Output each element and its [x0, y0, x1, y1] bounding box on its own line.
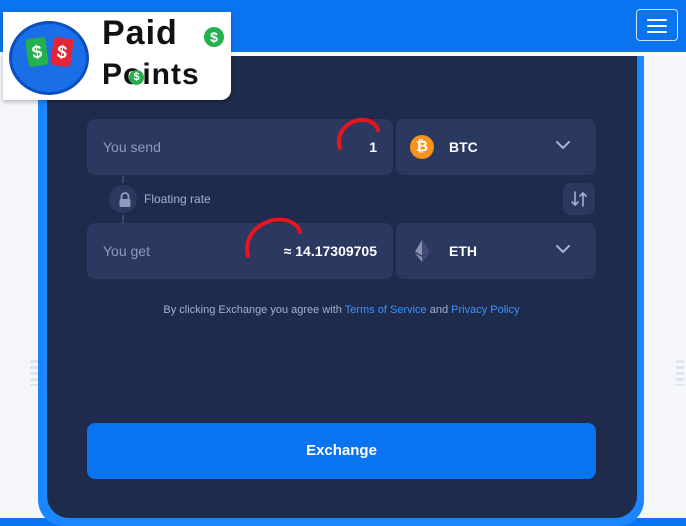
exchange-button[interactable]: Exchange: [87, 423, 596, 479]
swap-currencies-button[interactable]: [563, 183, 595, 215]
ethereum-icon: [415, 240, 429, 262]
send-currency-code: BTC: [449, 139, 478, 155]
terms-prefix: By clicking Exchange you agree with: [163, 304, 345, 316]
chevron-down-icon: [556, 141, 570, 149]
bitcoin-icon: ₿: [410, 135, 434, 159]
green-bill-icon: $: [25, 36, 49, 68]
send-amount-input[interactable]: 1: [369, 139, 377, 155]
send-label: You send: [103, 139, 161, 155]
hamburger-icon[interactable]: [636, 9, 678, 41]
red-bill-icon: $: [50, 36, 74, 68]
privacy-policy-link[interactable]: Privacy Policy: [451, 304, 519, 316]
rate-lock-toggle[interactable]: [107, 183, 139, 215]
money-bills-icon: [9, 21, 89, 95]
send-amount-field[interactable]: You send 1: [87, 119, 393, 175]
floating-rate-label: Floating rate: [144, 192, 211, 206]
dollar-coin-icon: $: [204, 27, 224, 47]
lock-icon: [119, 192, 131, 207]
swap-arrows-icon: [571, 191, 587, 207]
get-currency-select[interactable]: ETH: [396, 223, 596, 279]
logo-word-paid: Paid: [102, 14, 178, 52]
get-label: You get: [103, 243, 150, 259]
get-amount-value: ≈ 14.17309705: [283, 243, 377, 259]
terms-and: and: [426, 304, 452, 316]
logo-word-points: Points: [102, 58, 200, 91]
background-decoration: [30, 360, 38, 386]
terms-of-service-link[interactable]: Terms of Service: [345, 304, 427, 316]
get-currency-code: ETH: [449, 243, 477, 259]
chevron-down-icon: [556, 245, 570, 253]
send-currency-select[interactable]: ₿ BTC: [396, 119, 596, 175]
terms-notice: By clicking Exchange you agree with Term…: [87, 304, 596, 316]
background-decoration: [676, 360, 684, 386]
dollar-coin-icon: $: [129, 70, 144, 85]
get-amount-field[interactable]: You get ≈ 14.17309705: [87, 223, 393, 279]
